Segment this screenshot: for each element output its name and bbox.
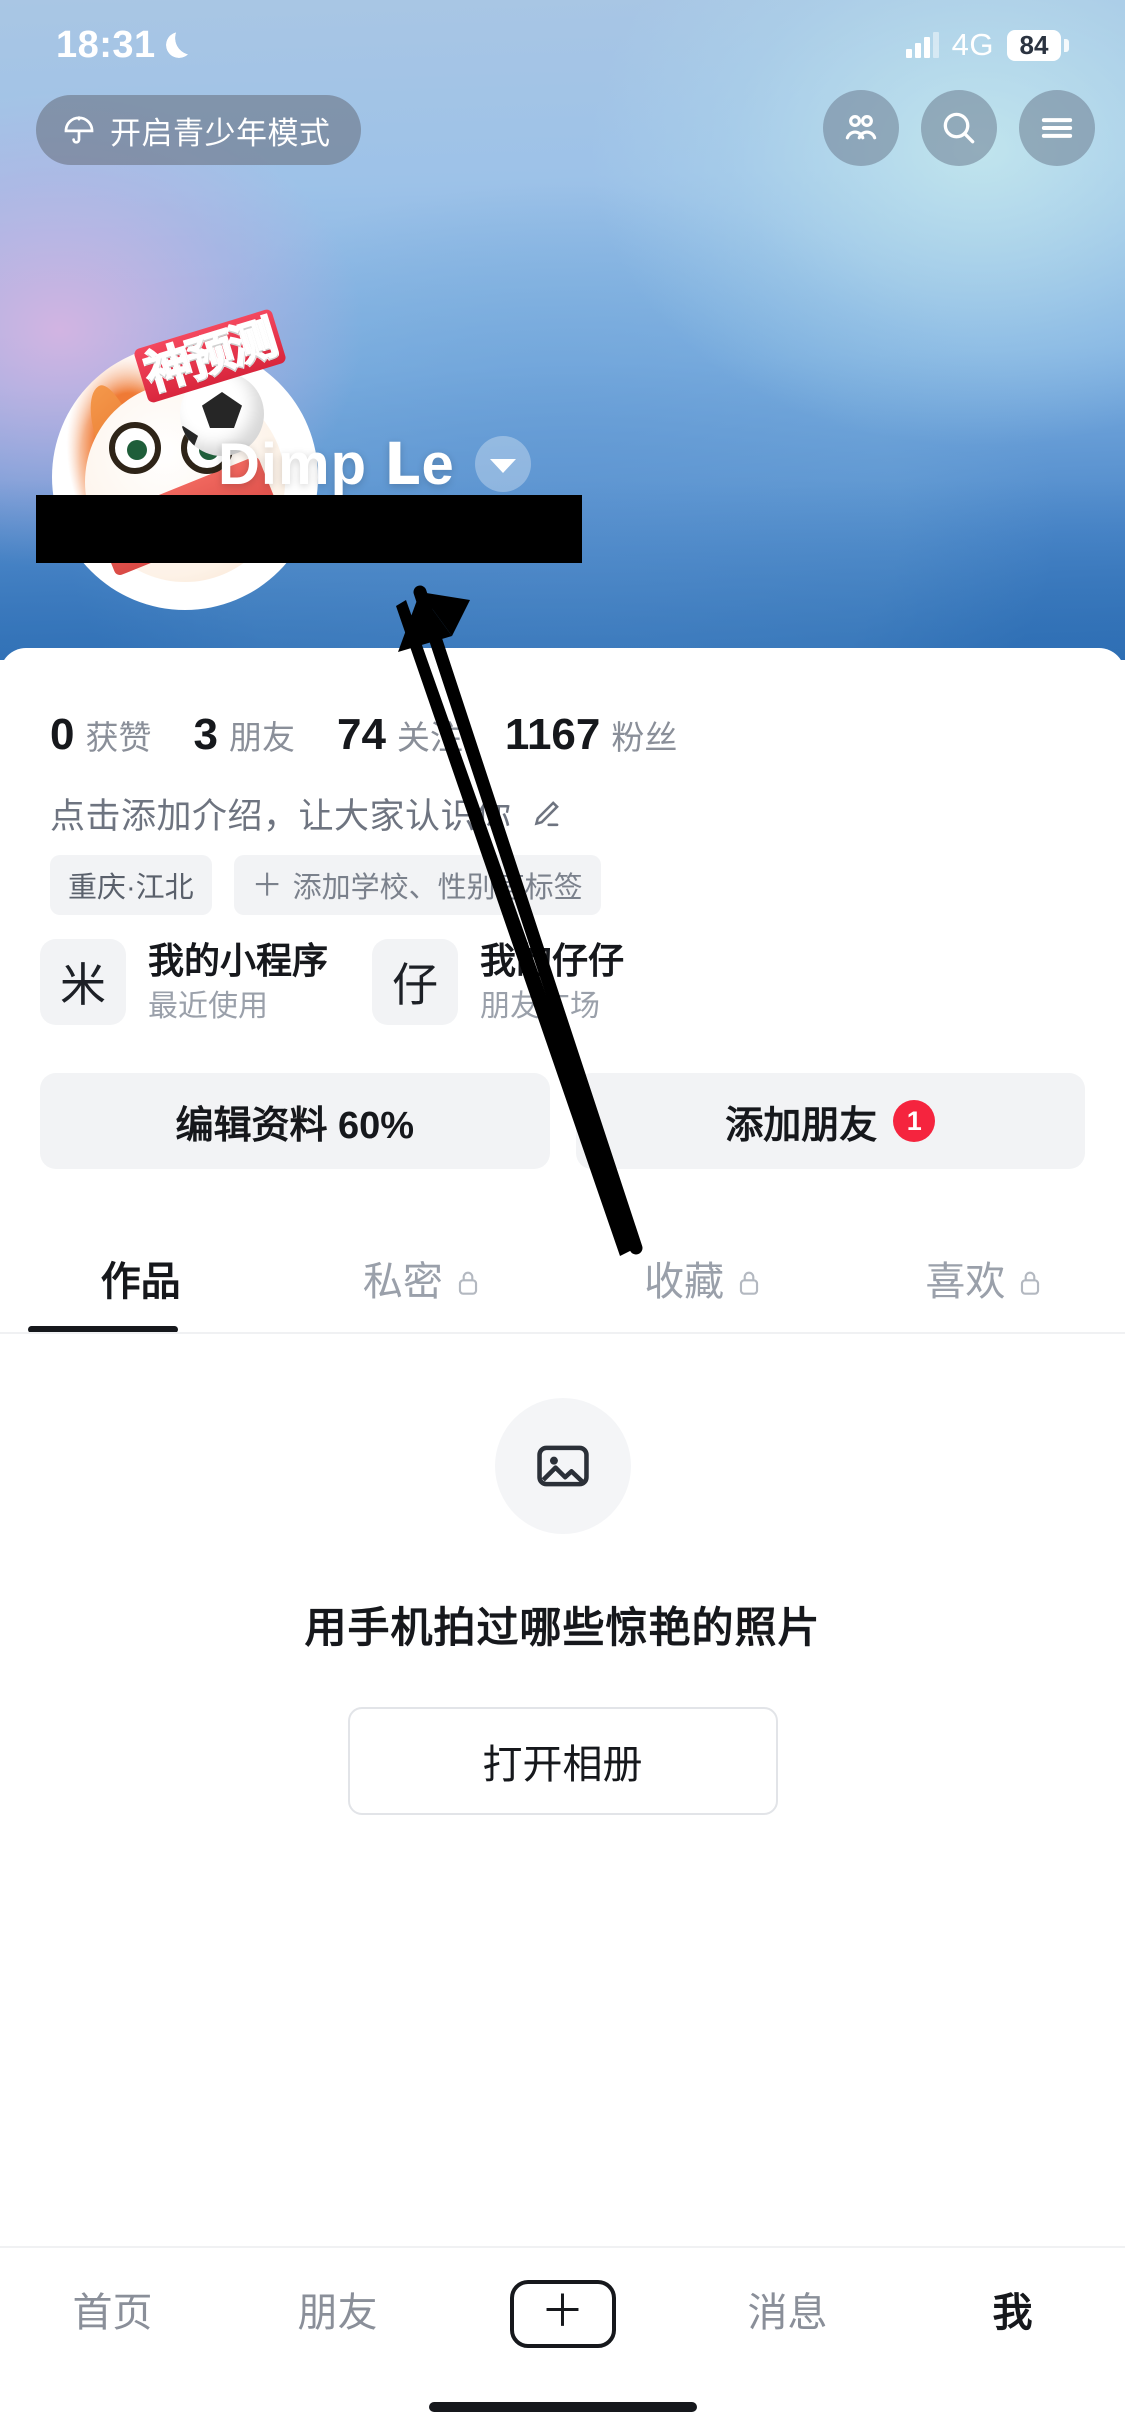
profile-stats: 0 获赞 3 朋友 74 关注 1167 粉丝 [50,710,677,760]
stat-label: 朋友 [229,711,295,759]
nav-create-label: ＋ [541,2290,585,2334]
add-friend-label: 添加朋友 [725,1094,877,1149]
zaizai-entry[interactable]: 仔 我的仔仔 朋友广场 [372,938,624,1026]
umbrella-icon [62,113,96,147]
stat-label: 关注 [397,711,463,759]
battery-level: 84 [1007,30,1061,61]
avatar-eye [109,422,161,474]
battery-icon: 84 [1007,30,1069,61]
header-actions [823,90,1095,166]
zaizai-icon: 仔 [372,939,458,1025]
empty-state-title: 用手机拍过哪些惊艳的照片 [304,1594,820,1655]
nav-home[interactable]: 首页 [0,2280,225,2338]
search-button[interactable] [921,90,997,166]
nav-me[interactable]: 我 [900,2280,1125,2338]
tag-location[interactable]: 重庆·江北 [50,855,212,915]
edit-profile-label: 编辑资料 60% [175,1094,414,1149]
mini-program-title: 我的小程序 [148,938,328,983]
open-album-label: 打开相册 [483,1732,643,1790]
stat-label: 获赞 [85,711,151,759]
zaizai-title: 我的仔仔 [480,938,624,983]
mini-program-subtitle: 最近使用 [148,987,328,1026]
bottom-nav: 首页 朋友 ＋ 消息 我 [0,2246,1125,2436]
zaizai-glyph: 仔 [392,949,438,1015]
network-label: 4G [952,27,994,63]
menu-button[interactable] [1019,90,1095,166]
stat-followers[interactable]: 1167 粉丝 [505,710,677,760]
status-bar-right: 4G 84 [906,27,1069,63]
search-icon [938,107,980,149]
nav-create[interactable]: ＋ [450,2280,675,2348]
tabs-divider [0,1332,1125,1334]
page-title: Dimp ᒪe [218,430,455,498]
zaizai-text: 我的仔仔 朋友广场 [480,938,624,1026]
nav-messages-label: 消息 [748,2280,828,2338]
profile-tags: 重庆·江北 ＋ 添加学校、性别等标签 [50,855,601,915]
pencil-icon[interactable] [528,796,564,832]
stat-friends[interactable]: 3 朋友 [193,710,294,760]
mini-entry-row: 米 我的小程序 最近使用 仔 我的仔仔 朋友广场 [40,938,1085,1026]
redacted-bar [36,495,582,563]
nav-messages[interactable]: 消息 [675,2280,900,2338]
profile-name-row[interactable]: Dimp ᒪe [218,430,531,498]
mini-program-text: 我的小程序 最近使用 [148,938,328,1026]
bio-placeholder: 点击添加介绍，让大家认识你 [50,788,512,839]
plus-icon[interactable]: ＋ [510,2280,616,2348]
home-indicator [429,2402,697,2412]
nav-home-label: 首页 [73,2280,153,2338]
tab-works[interactable]: 作品 [0,1223,281,1333]
signal-icon [906,32,939,58]
status-time: 18:31 [56,24,156,67]
stat-following[interactable]: 74 关注 [337,710,463,760]
tab-private[interactable]: 私密 [281,1223,562,1333]
stat-value: 3 [193,710,217,760]
tag-add[interactable]: ＋ 添加学校、性别等标签 [234,855,601,915]
mini-program-entry[interactable]: 米 我的小程序 最近使用 [40,938,328,1026]
mini-program-glyph: 米 [60,949,106,1015]
action-button-row: 编辑资料 60% 添加朋友 1 [40,1073,1085,1169]
edit-profile-button[interactable]: 编辑资料 60% [40,1073,550,1169]
mini-program-icon: 米 [40,939,126,1025]
stat-value: 1167 [505,710,600,760]
battery-cap [1064,39,1069,52]
stat-likes[interactable]: 0 获赞 [50,710,151,760]
status-badge: 1 [893,1100,935,1142]
tab-favorites-label: 收藏 [644,1249,724,1307]
status-bar-left: 18:31 [56,24,192,67]
friends-icon [840,107,882,149]
status-bar: 18:31 4G 84 [0,0,1125,90]
stat-value: 74 [337,710,386,760]
tab-private-label: 私密 [363,1249,443,1307]
nav-friends-label: 朋友 [298,2280,378,2338]
moon-icon [166,32,192,58]
tag-add-label: 添加学校、性别等标签 [293,864,583,906]
teen-mode-button[interactable]: 开启青少年模式 [36,95,361,165]
content-tabs: 作品 私密 收藏 [0,1223,1125,1333]
menu-icon [1036,107,1078,149]
lock-icon [736,1263,762,1293]
nav-me-label: 我 [993,2280,1033,2338]
bio-row[interactable]: 点击添加介绍，让大家认识你 [50,788,564,839]
lock-icon [1017,1263,1043,1293]
tab-liked[interactable]: 喜欢 [844,1223,1125,1333]
tab-favorites[interactable]: 收藏 [563,1223,844,1333]
nav-friends[interactable]: 朋友 [225,2280,450,2338]
stat-label: 粉丝 [611,711,677,759]
lock-icon [455,1263,481,1293]
zaizai-subtitle: 朋友广场 [480,987,624,1026]
tab-works-label: 作品 [101,1249,181,1307]
plus-icon: ＋ [252,870,283,901]
stat-value: 0 [50,710,74,760]
chevron-down-icon[interactable] [475,436,531,492]
tab-liked-label: 喜欢 [925,1249,1005,1307]
profile-sheet: 0 获赞 3 朋友 74 关注 1167 粉丝 点击添加介绍，让大家认识你 [0,648,1125,2436]
phone-screen: 18:31 4G 84 开启青少年模式 [0,0,1125,2436]
add-friend-button[interactable]: 添加朋友 1 [576,1073,1086,1169]
friends-button[interactable] [823,90,899,166]
open-album-button[interactable]: 打开相册 [348,1707,778,1815]
empty-state: 用手机拍过哪些惊艳的照片 打开相册 [0,1398,1125,1815]
teen-mode-label: 开启青少年模式 [110,108,331,153]
image-placeholder-icon [495,1398,631,1534]
